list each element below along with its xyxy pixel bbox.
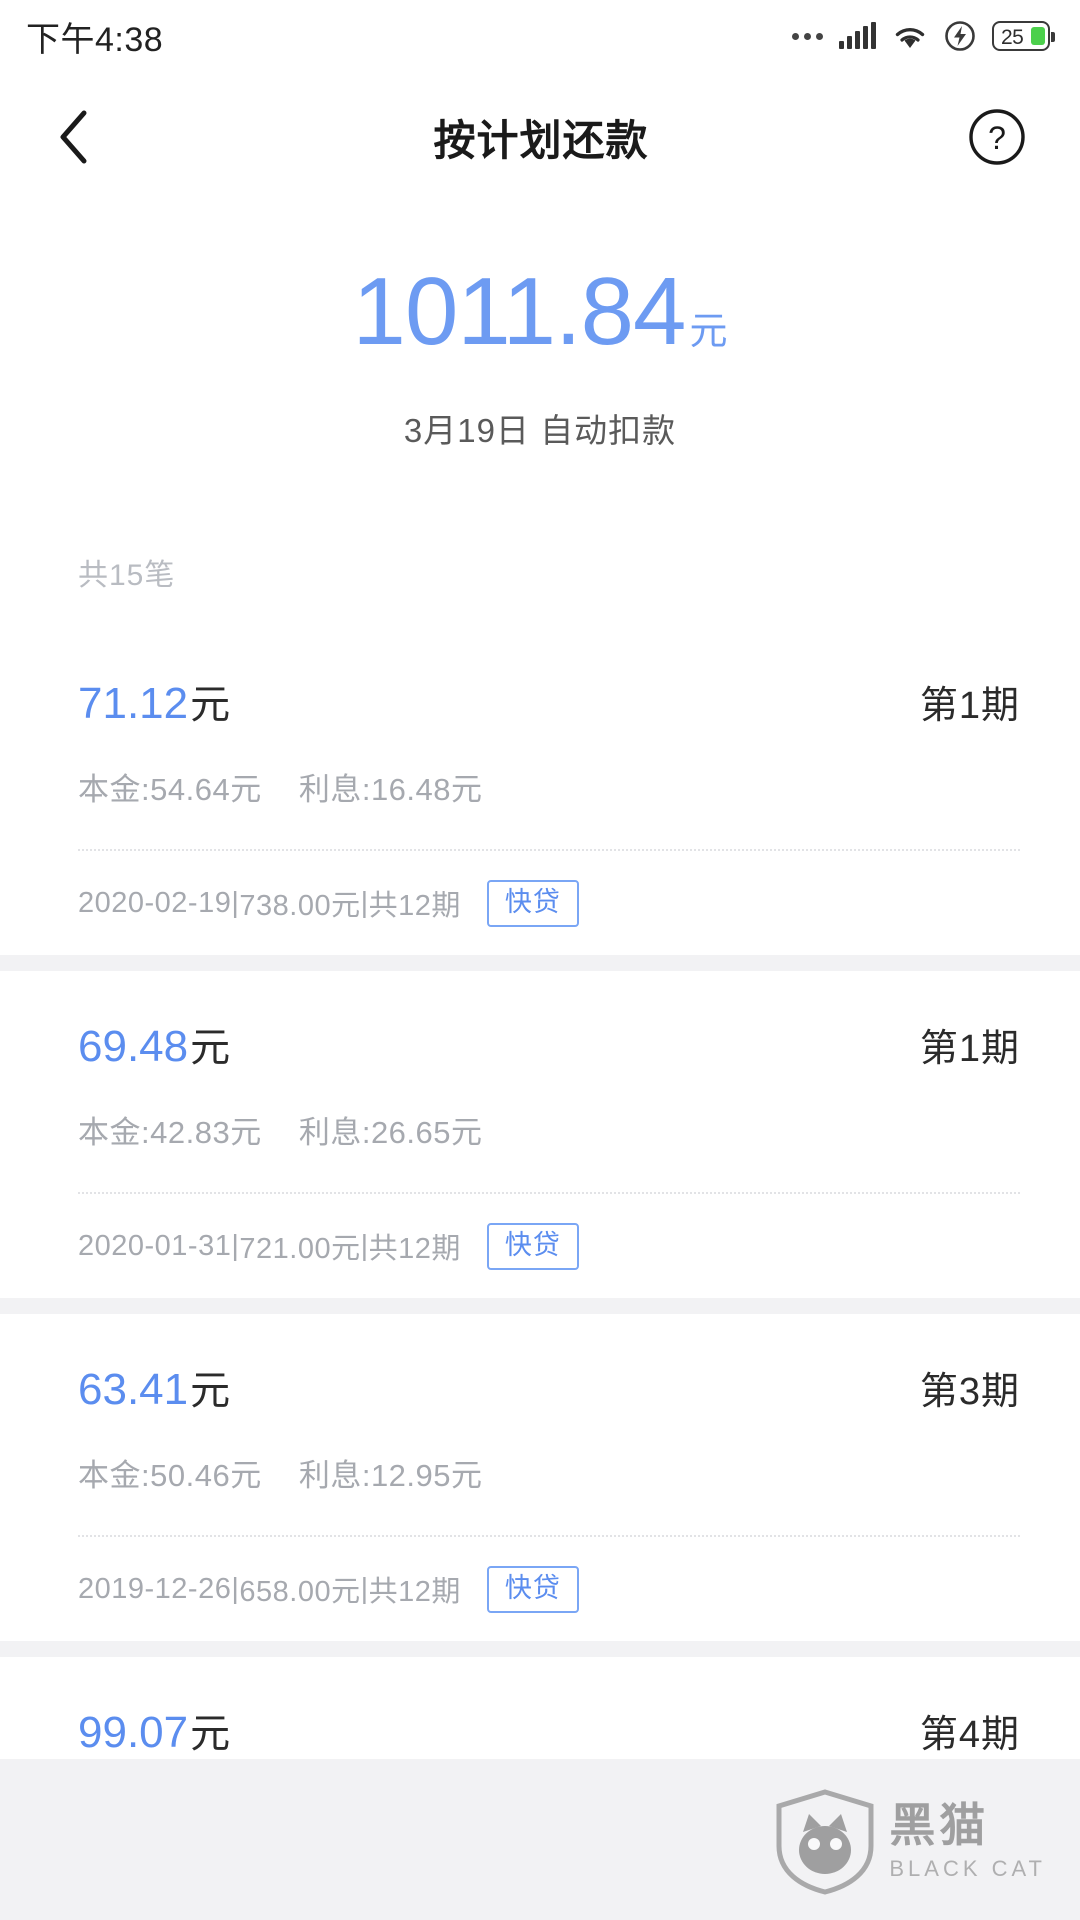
battery-level: 25	[1001, 26, 1024, 49]
list-item-footer: 2020-02-19 | 738.00元 | 共12期 快贷	[78, 851, 1020, 955]
list-item-total: 658.00元	[239, 1576, 361, 1608]
list-item-total: 721.00元	[239, 1233, 361, 1265]
list-item-term: 第3期	[919, 1371, 1020, 1413]
list-item-date: 2019-12-26	[78, 1572, 232, 1605]
battery-icon: 25	[992, 21, 1055, 51]
status-bar-time: 下午4:38	[26, 20, 164, 59]
help-button[interactable]: ?	[966, 106, 1028, 168]
shield-cat-icon	[776, 1789, 874, 1895]
list-item-amount: 71.12 元	[78, 672, 230, 730]
list-item-term: 第1期	[919, 685, 1020, 727]
list-item-amount-value: 71.12	[78, 679, 189, 728]
list-item-periods: 共12期	[368, 890, 461, 922]
status-badge: 快贷	[486, 1222, 579, 1270]
hero-amount-value: 1011.84	[352, 258, 687, 365]
list-item-footer: 2020-01-31 | 721.00元 | 共12期 快贷	[78, 1194, 1020, 1298]
hero-subtitle: 3月19日 自动扣款	[403, 412, 677, 449]
list-item-header: 99.07 元 第4期	[78, 1701, 1020, 1759]
repayment-list: 71.12 元 第1期 本金:54.64元 利息:16.48元 2020-02-…	[0, 628, 1080, 1759]
page-title: 按计划还款	[433, 116, 649, 164]
list-item-interest: 利息:16.48元	[298, 772, 483, 807]
meta-separator: |	[231, 1572, 240, 1605]
charging-icon	[944, 20, 976, 52]
list-item-amount: 69.48 元	[78, 1015, 230, 1073]
meta-separator: |	[231, 886, 240, 919]
meta-separator: |	[360, 1229, 369, 1262]
list-item-amount: 63.41 元	[78, 1358, 230, 1416]
list-item[interactable]: 99.07 元 第4期	[0, 1657, 1080, 1759]
svg-text:?: ?	[988, 120, 1006, 156]
list-item-amount-value: 69.48	[78, 1022, 189, 1071]
meta-separator: |	[231, 1229, 240, 1262]
list-item[interactable]: 71.12 元 第1期 本金:54.64元 利息:16.48元 2020-02-…	[0, 628, 1080, 955]
list-item-periods: 共12期	[368, 1576, 461, 1608]
list-item[interactable]: 69.48 元 第1期 本金:42.83元 利息:26.65元 2020-01-…	[0, 971, 1080, 1298]
status-bar-icons: 25	[792, 20, 1055, 52]
list-item-breakdown: 本金:42.83元 利息:26.65元	[78, 1107, 1020, 1152]
status-badge: 快贷	[486, 1565, 579, 1613]
list-item-periods: 共12期	[368, 1233, 461, 1265]
list-item-breakdown: 本金:54.64元 利息:16.48元	[78, 764, 1020, 809]
list-item[interactable]: 63.41 元 第3期 本金:50.46元 利息:12.95元 2019-12-…	[0, 1314, 1080, 1641]
hero-amount-unit: 元	[689, 311, 728, 353]
list-item-total: 738.00元	[239, 890, 361, 922]
list-item-interest: 利息:12.95元	[298, 1458, 483, 1493]
status-bar: 下午4:38 25	[0, 0, 1080, 72]
wifi-icon	[892, 22, 928, 50]
watermark-en: BLACK CAT	[889, 1856, 1046, 1881]
list-item-amount-value: 63.41	[78, 1365, 189, 1414]
list-item-header: 69.48 元 第1期	[78, 1015, 1020, 1073]
hero-amount: 1011.84 元	[0, 264, 1080, 360]
list-item-amount-unit: 元	[190, 1026, 231, 1070]
list-item-header: 63.41 元 第3期	[78, 1358, 1020, 1416]
battery-fill	[1031, 27, 1045, 45]
list-item-interest: 利息:26.65元	[298, 1115, 483, 1150]
question-mark-icon: ?	[969, 109, 1025, 165]
list-item-principal: 本金:42.83元	[78, 1115, 262, 1150]
navigation-bar: 按计划还款 ?	[0, 72, 1080, 202]
chevron-left-icon	[60, 110, 87, 164]
list-item-amount-value: 99.07	[78, 1708, 189, 1757]
status-badge: 快贷	[486, 879, 579, 927]
list-item-term: 第1期	[919, 1028, 1020, 1070]
list-item-principal: 本金:54.64元	[78, 772, 262, 807]
watermark: 黑猫 BLACK CAT	[773, 1788, 1046, 1896]
list-item-date: 2020-02-19	[78, 886, 232, 919]
list-item-principal: 本金:50.46元	[78, 1458, 262, 1493]
list-item-date: 2020-01-31	[78, 1229, 232, 1262]
list-item-term: 第4期	[919, 1714, 1020, 1756]
hero-summary: 1011.84 元 3月19日 自动扣款	[0, 202, 1080, 508]
watermark-text: 黑猫 BLACK CAT	[889, 1802, 1046, 1882]
list-item-amount: 99.07 元	[78, 1701, 230, 1759]
list-item-footer: 2019-12-26 | 658.00元 | 共12期 快贷	[78, 1537, 1020, 1641]
phone-screen: 下午4:38 25 按计划还款 ? 1011.84 元 3月19日 自动扣款 共…	[0, 0, 1080, 1920]
summary-count-label: 共15笔	[78, 559, 176, 592]
signal-icon	[839, 22, 876, 49]
list-item-breakdown: 本金:50.46元 利息:12.95元	[78, 1450, 1020, 1495]
summary-count-bar: 共15笔	[0, 508, 1080, 628]
watermark-cn: 黑猫	[889, 1799, 990, 1851]
meta-separator: |	[360, 886, 369, 919]
list-item-header: 71.12 元 第1期	[78, 672, 1020, 730]
list-item-amount-unit: 元	[190, 683, 231, 727]
meta-separator: |	[360, 1572, 369, 1605]
list-item-amount-unit: 元	[190, 1712, 231, 1756]
more-dots-icon	[792, 32, 823, 40]
back-button[interactable]	[56, 107, 116, 167]
list-item-amount-unit: 元	[190, 1369, 231, 1413]
